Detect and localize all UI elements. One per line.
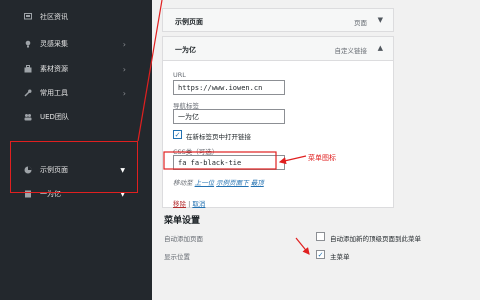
primary-menu-checkbox[interactable]: ✓ (316, 250, 325, 259)
wrench-icon (24, 89, 32, 97)
sidebar-item-resources[interactable]: 素材资源 › (0, 58, 152, 80)
move-links: 移动至 上一位 示例页面下 最顶 (173, 177, 264, 187)
chevron-right-icon: › (122, 88, 126, 98)
panel-title: 一为亿 (175, 46, 196, 54)
sidebar-item-label: 社区资讯 (40, 13, 68, 21)
menu-editor: 示例页面 页面 ▼ 一为亿 自定义链接 ▲ URL https://www.io… (152, 0, 480, 300)
primary-menu-option: 主菜单 (330, 253, 350, 261)
css-class-input[interactable]: fa fa-black-tie (173, 155, 285, 170)
chat-icon (24, 13, 32, 21)
briefcase-icon (24, 65, 32, 73)
sidebar-item-label: UED团队 (40, 113, 69, 121)
caret-down-icon[interactable]: ▼ (378, 16, 383, 24)
action-separator: | (188, 200, 191, 208)
move-up-link[interactable]: 上一位 (195, 179, 215, 187)
annotation-label: 菜单图标 (308, 154, 336, 162)
item-actions: 移除 | 取消 (173, 198, 205, 208)
nav-label-input[interactable]: 一为亿 (173, 109, 285, 124)
move-top-link[interactable]: 最顶 (251, 179, 264, 187)
panel-header[interactable]: 一为亿 自定义链接 ▲ (163, 37, 393, 61)
chevron-right-icon: › (122, 64, 126, 74)
move-under-link[interactable]: 示例页面下 (216, 179, 249, 187)
url-input[interactable]: https://www.iowen.cn (173, 80, 285, 95)
sidebar-item-inspiration[interactable]: 灵感采集 › (0, 33, 152, 55)
sidebar-item-community[interactable]: 社区资讯 (0, 6, 152, 28)
menu-settings-title: 菜单设置 (164, 216, 201, 226)
auto-add-checkbox[interactable] (316, 232, 325, 241)
sidebar-item-label: 常用工具 (40, 89, 68, 97)
users-icon (24, 113, 32, 121)
new-tab-checkbox[interactable]: ✓ (173, 130, 182, 139)
auto-add-option: 自动添加新的顶级页面到此菜单 (330, 235, 421, 243)
highlight-box (10, 141, 138, 193)
display-location-label: 显示位置 (164, 253, 190, 261)
sidebar-item-label: 素材资源 (40, 65, 68, 73)
panel-item-type: 页面 (354, 19, 367, 27)
url-label: URL (173, 71, 186, 79)
sidebar-item-label: 灵感采集 (40, 40, 68, 48)
caret-up-icon[interactable]: ▲ (378, 44, 383, 52)
menu-item-panel-sample-page[interactable]: 示例页面 页面 ▼ (162, 8, 394, 32)
sidebar-item-tools[interactable]: 常用工具 › (0, 82, 152, 104)
menu-item-panel-iowen: 一为亿 自定义链接 ▲ URL https://www.iowen.cn 导航标… (162, 36, 394, 208)
sidebar-item-ued-team[interactable]: UED团队 (0, 106, 152, 128)
panel-title: 示例页面 (175, 18, 203, 26)
move-prefix: 移动至 (173, 179, 193, 187)
remove-link[interactable]: 移除 (173, 200, 186, 208)
cancel-link[interactable]: 取消 (192, 200, 205, 208)
lightbulb-icon (24, 40, 32, 48)
panel-item-type: 自定义链接 (334, 47, 368, 55)
chevron-right-icon: › (122, 39, 126, 49)
auto-add-label: 自动添加页面 (164, 235, 203, 243)
new-tab-label: 在新标签页中打开链接 (186, 133, 251, 141)
